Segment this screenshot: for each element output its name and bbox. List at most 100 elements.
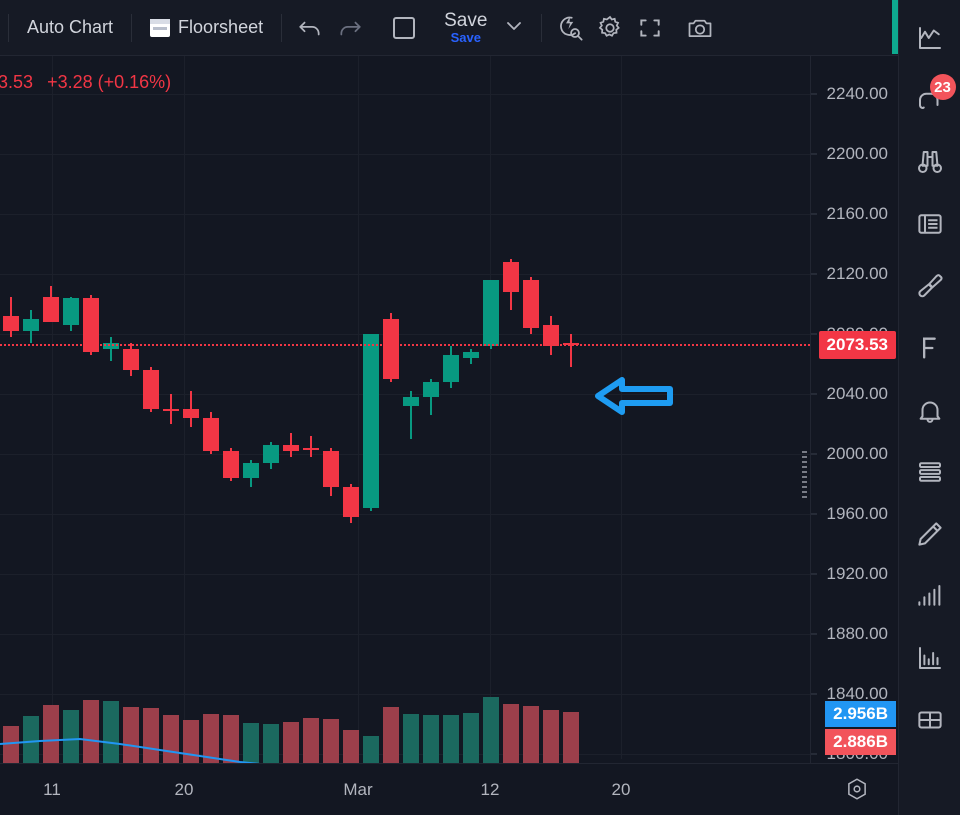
volume-bar bbox=[43, 704, 59, 763]
price-axis[interactable]: 2240.00 2200.00 2160.00 2120.00 2080.00 … bbox=[810, 56, 898, 815]
candlestick bbox=[103, 337, 119, 361]
sidebar-item-chat[interactable]: 23 bbox=[908, 72, 956, 128]
gridline-v bbox=[358, 56, 359, 759]
volume-bar bbox=[223, 714, 239, 763]
replay-button[interactable] bbox=[550, 8, 590, 48]
candle-body bbox=[123, 349, 139, 370]
volume-bar bbox=[103, 701, 119, 763]
pane-resize-handle[interactable] bbox=[802, 451, 807, 499]
candlestick bbox=[543, 316, 559, 355]
sidebar-item-watchlist[interactable] bbox=[908, 10, 952, 66]
volume-ma-badge[interactable]: 2.956B bbox=[825, 701, 896, 727]
floorsheet-button[interactable]: Floorsheet bbox=[140, 10, 273, 46]
undo-button[interactable] bbox=[290, 8, 330, 48]
current-price-line bbox=[0, 344, 810, 346]
candle-body bbox=[163, 409, 179, 411]
volume-bar bbox=[183, 720, 199, 763]
save-button[interactable]: Save Save bbox=[436, 6, 495, 50]
gridline-h bbox=[0, 334, 810, 335]
floorsheet-label: Floorsheet bbox=[178, 17, 264, 37]
candle-body bbox=[3, 316, 19, 331]
redo-icon bbox=[340, 21, 361, 35]
snapshot-button[interactable] bbox=[680, 8, 720, 48]
trading-chart-app: Auto Chart Floorsheet Save Save 3.53 +3.… bbox=[0, 0, 960, 815]
gridline-h bbox=[0, 154, 810, 155]
sidebar-item-news[interactable] bbox=[908, 196, 952, 252]
volume-bar bbox=[143, 707, 159, 763]
volume-bar bbox=[383, 706, 399, 763]
price-tick: 2000.00 bbox=[826, 444, 888, 463]
time-tick: 11 bbox=[43, 780, 61, 799]
volume-bar bbox=[83, 699, 99, 763]
volume-bar bbox=[463, 713, 479, 763]
candle-wick bbox=[110, 337, 112, 361]
candlestick bbox=[423, 379, 439, 415]
volume-bar bbox=[343, 730, 359, 763]
legend-change: +3.28 (+0.16%) bbox=[47, 72, 172, 92]
time-tick: Mar bbox=[343, 780, 373, 799]
candlestick bbox=[283, 433, 299, 457]
undo-icon bbox=[299, 21, 320, 35]
volume-bar bbox=[283, 722, 299, 763]
volume-bar bbox=[23, 716, 39, 763]
square-tool-button[interactable] bbox=[384, 8, 424, 48]
volume-bar bbox=[523, 706, 539, 763]
sidebar-item-theme[interactable] bbox=[908, 258, 952, 314]
redo-button[interactable] bbox=[330, 8, 370, 48]
top-toolbar: Auto Chart Floorsheet Save Save bbox=[0, 0, 898, 56]
right-sidebar: 23 bbox=[898, 0, 960, 815]
bell-alerts-icon bbox=[919, 401, 940, 423]
sidebar-item-layout[interactable] bbox=[908, 692, 952, 748]
save-label: Save bbox=[444, 10, 488, 31]
volume-bar bbox=[303, 717, 319, 763]
gridline-h bbox=[0, 274, 810, 275]
chart-area[interactable]: 073.53 +3.28 (+0.16%) bbox=[0, 56, 898, 815]
time-tick: 20 bbox=[611, 780, 631, 799]
candle-body bbox=[463, 352, 479, 358]
toolbar-divider bbox=[281, 13, 283, 42]
time-axis-settings-button[interactable] bbox=[844, 776, 870, 802]
left-arrow-annotation[interactable] bbox=[592, 374, 678, 418]
paintbrush-icon bbox=[917, 274, 943, 298]
data-window-chart-icon bbox=[918, 647, 941, 669]
volume-last-badge[interactable]: 2.886B bbox=[825, 729, 896, 755]
candlestick bbox=[463, 349, 479, 364]
sidebar-item-stock-screener[interactable] bbox=[908, 568, 952, 624]
current-price-badge[interactable]: 2073.53 bbox=[818, 331, 896, 359]
candlestick bbox=[323, 448, 339, 496]
candle-body bbox=[363, 334, 379, 508]
volume-bar bbox=[543, 709, 559, 763]
volume-bar bbox=[123, 706, 139, 763]
sidebar-item-screener[interactable] bbox=[908, 134, 952, 190]
save-sublabel: Save bbox=[450, 30, 481, 45]
gridline-h bbox=[0, 574, 810, 575]
gear-icon bbox=[599, 15, 621, 37]
sidebar-item-data-window[interactable] bbox=[908, 630, 952, 686]
save-dropdown-chevron[interactable] bbox=[495, 19, 533, 36]
gridline-h bbox=[0, 514, 810, 515]
candlestick bbox=[443, 346, 459, 388]
sidebar-item-ideas[interactable] bbox=[908, 506, 952, 562]
auto-chart-button[interactable]: Auto Chart bbox=[17, 10, 123, 46]
candle-body bbox=[523, 280, 539, 328]
sidebar-item-floorsheet-panel[interactable] bbox=[908, 320, 952, 376]
gridline-h bbox=[0, 94, 810, 95]
gridline-h bbox=[0, 454, 810, 455]
fullscreen-button[interactable] bbox=[630, 8, 670, 48]
chart-legend: 073.53 +3.28 (+0.16%) bbox=[0, 72, 171, 93]
chart-settings-button[interactable] bbox=[590, 8, 630, 48]
volume-bar bbox=[163, 715, 179, 763]
candlestick bbox=[123, 343, 139, 376]
volume-bar bbox=[263, 724, 279, 763]
volume-bar bbox=[323, 719, 339, 763]
sidebar-item-alerts[interactable] bbox=[908, 382, 952, 438]
volume-bar bbox=[63, 709, 79, 763]
sidebar-item-hotlist[interactable] bbox=[908, 444, 952, 500]
candle-body bbox=[323, 451, 339, 487]
candle-body bbox=[503, 262, 519, 292]
candle-body bbox=[343, 487, 359, 517]
candle-body bbox=[543, 325, 559, 346]
chat-unread-badge: 23 bbox=[929, 74, 956, 100]
time-axis[interactable]: 11 20 Mar 12 20 bbox=[0, 763, 898, 815]
candle-body bbox=[63, 298, 79, 325]
